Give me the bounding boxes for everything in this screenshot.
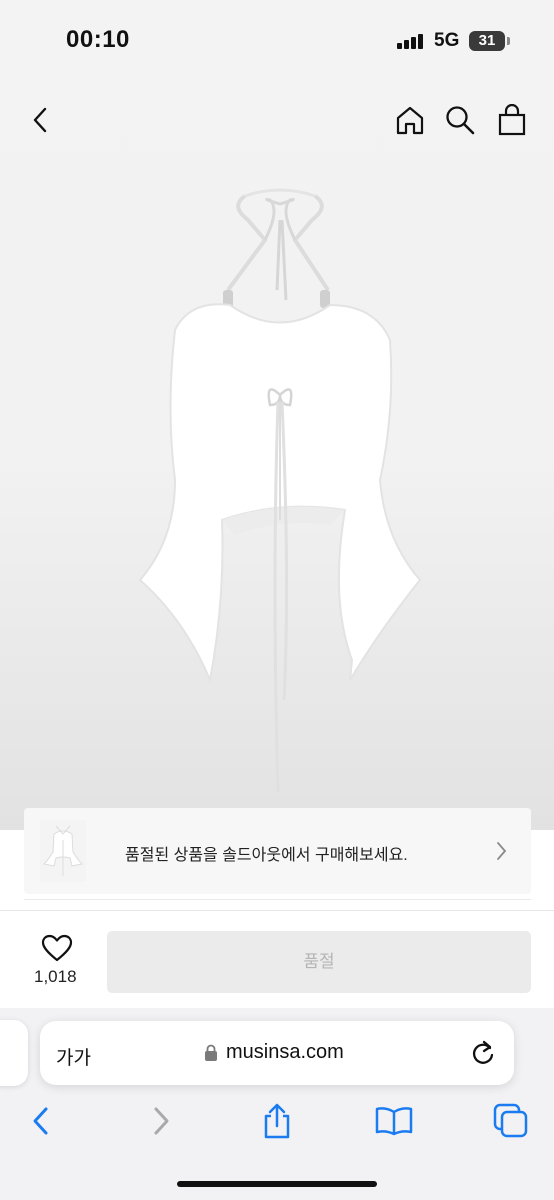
heart-icon[interactable]	[41, 934, 73, 962]
browser-back-button[interactable]	[21, 1101, 61, 1141]
bookmarks-button[interactable]	[374, 1101, 414, 1141]
tabs-button[interactable]	[491, 1101, 531, 1141]
shopping-bag-icon	[498, 104, 526, 136]
divider	[24, 899, 531, 900]
product-image[interactable]	[130, 180, 430, 810]
home-icon	[396, 106, 424, 135]
tabs-icon	[493, 1103, 528, 1138]
soldout-button[interactable]: 품절	[107, 931, 531, 993]
home-indicator	[177, 1181, 377, 1187]
book-icon	[375, 1107, 413, 1136]
search-icon	[446, 106, 475, 135]
chevron-left-icon	[33, 107, 47, 133]
back-button[interactable]	[22, 102, 58, 138]
browser-forward-button[interactable]	[141, 1101, 181, 1141]
soldout-banner-text: 품절된 상품을 솔드아웃에서 구매해보세요.	[125, 847, 408, 864]
like-count: 1,018	[34, 967, 77, 986]
search-button[interactable]	[442, 102, 478, 138]
status-time: 00:10	[66, 26, 130, 53]
network-label: 5G	[434, 30, 460, 51]
home-button[interactable]	[392, 102, 428, 138]
previous-tab-card[interactable]	[0, 1020, 28, 1086]
soldout-banner[interactable]: 품절된 상품을 솔드아웃에서 구매해보세요.	[24, 808, 531, 894]
battery-tip	[507, 37, 510, 45]
lock-icon	[205, 1044, 217, 1061]
share-button[interactable]	[257, 1101, 297, 1141]
cart-button[interactable]	[494, 102, 530, 138]
banner-thumbnail	[40, 820, 86, 882]
status-bar: 00:10 5G 31	[0, 0, 554, 80]
chevron-right-icon	[497, 842, 507, 860]
chevron-left-icon	[33, 1107, 48, 1135]
chevron-right-icon	[154, 1107, 169, 1135]
signal-icon	[397, 33, 425, 49]
battery-icon: 31	[469, 31, 505, 51]
reload-icon[interactable]	[470, 1039, 496, 1067]
divider	[0, 910, 554, 911]
share-icon	[264, 1103, 290, 1139]
text-size-button[interactable]: 가가	[56, 1043, 91, 1070]
url-text[interactable]: musinsa.com	[226, 1041, 344, 1064]
